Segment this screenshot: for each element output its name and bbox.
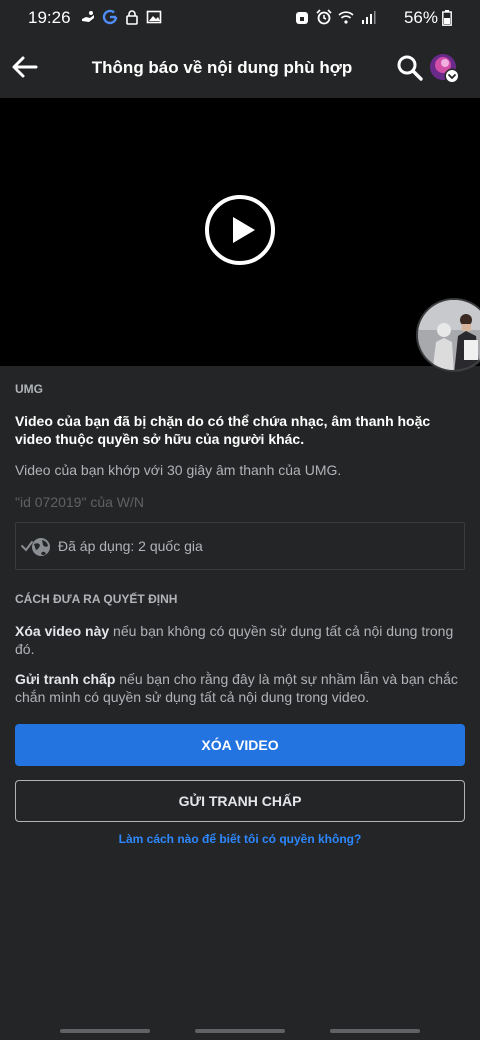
hand-icon xyxy=(82,11,94,22)
decision-heading: CÁCH ĐƯA RA QUYẾT ĐỊNH xyxy=(15,592,178,606)
system-nav-bar xyxy=(0,1020,480,1040)
image-icon xyxy=(146,10,162,24)
rights-help-link[interactable]: Làm cách nào để biết tôi có quyền không? xyxy=(15,832,465,846)
play-icon xyxy=(233,217,255,243)
wifi-icon xyxy=(338,11,354,24)
video-player[interactable] xyxy=(0,98,480,366)
nav-home-handle[interactable] xyxy=(195,1029,285,1033)
submit-dispute-button[interactable]: GỬI TRANH CHẤP xyxy=(15,780,465,822)
battery-icon xyxy=(442,10,452,26)
status-left-icons xyxy=(80,9,162,25)
lock-icon xyxy=(126,10,138,25)
dispute-option-title: Gửi tranh chấp xyxy=(15,671,116,687)
nav-back-handle[interactable] xyxy=(330,1029,420,1033)
alarm-icon xyxy=(316,9,332,25)
nav-recents-handle[interactable] xyxy=(60,1029,150,1033)
status-time: 19:26 xyxy=(28,8,71,27)
status-bar: 19:26 56% xyxy=(0,0,480,36)
signal-icon xyxy=(362,11,376,24)
search-icon[interactable] xyxy=(396,54,424,82)
alarm-lock-icon xyxy=(296,12,308,24)
page-title: Thông báo về nội dung phù hợp xyxy=(91,58,353,77)
delete-option-title: Xóa video này xyxy=(15,623,110,639)
play-button[interactable] xyxy=(205,195,275,265)
delete-option-description: Xóa video này nếu bạn không có quyền sử … xyxy=(15,622,467,658)
delete-video-button[interactable]: XÓA VIDEO xyxy=(15,724,465,766)
thumbnail-image xyxy=(418,300,480,370)
status-right-icons xyxy=(294,9,376,25)
app-bar: Thông báo về nội dung phù hợp xyxy=(0,36,480,98)
match-message: Video của bạn khớp với 30 giây âm thanh … xyxy=(15,462,342,478)
blocked-message: Video của bạn đã bị chặn do có thể chứa … xyxy=(15,413,431,447)
dispute-option-description: Gửi tranh chấp nếu bạn cho rằng đây là m… xyxy=(15,670,467,706)
applied-regions-text: Đã áp dụng: 2 quốc gia xyxy=(58,538,203,554)
profile-avatar[interactable] xyxy=(428,52,462,86)
matched-track-info: "id 072019" của W/N xyxy=(15,494,145,510)
battery-percent: 56% xyxy=(403,8,438,27)
applied-regions-box: Đã áp dụng: 2 quốc gia xyxy=(15,522,465,570)
globe-check-icon xyxy=(21,538,50,556)
google-icon xyxy=(102,9,118,25)
copyright-owner-label: UMG xyxy=(15,382,43,396)
